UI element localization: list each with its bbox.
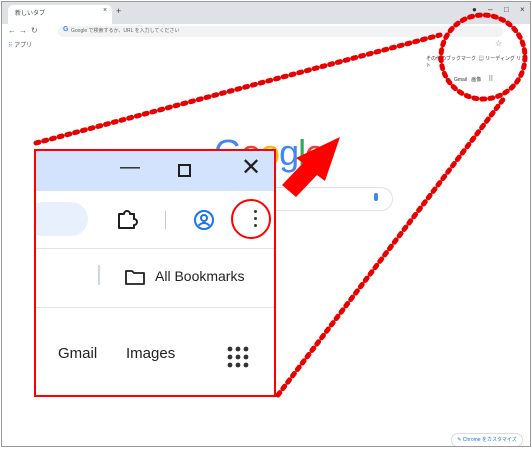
tab-new-tab[interactable]: 新しいタブ ×	[8, 5, 112, 24]
menu-highlight-circle	[231, 199, 271, 239]
bookmarks-bar: ⠿ アプリ	[2, 39, 530, 51]
account-icon[interactable]: ●	[472, 5, 477, 14]
google-icon: G	[63, 26, 69, 33]
address-placeholder: Google で検索するか、URL を入力してください	[71, 28, 180, 34]
all-bookmarks-label[interactable]: All Bookmarks	[155, 268, 244, 284]
address-bar-edge[interactable]	[36, 202, 88, 236]
bookmark-separator	[98, 265, 100, 285]
minimize-icon[interactable]: —	[120, 156, 140, 179]
gmail-link[interactable]: Gmail	[454, 77, 467, 83]
back-icon[interactable]: ←	[8, 26, 16, 35]
apps-grid-icon[interactable]: ⠿	[488, 76, 493, 83]
apps-icon: ⠿	[8, 43, 13, 49]
apps-grid-icon[interactable]	[226, 345, 250, 369]
tab-strip: 新しいタブ × + ● – □ ×	[2, 2, 530, 24]
logo-letter: e	[305, 132, 325, 173]
other-bookmarks[interactable]: その他のブックマーク ▤ リーディング リスト	[426, 55, 530, 69]
divider	[36, 248, 274, 249]
menu-dot	[254, 224, 257, 227]
logo-letter: g	[279, 132, 299, 173]
menu-dot	[254, 210, 257, 213]
mic-icon[interactable]	[374, 193, 378, 201]
reload-icon[interactable]: ↻	[31, 26, 38, 35]
extensions-icon[interactable]	[116, 208, 138, 230]
apps-shortcut[interactable]: ⠿ アプリ	[8, 40, 32, 49]
zoom-inset: — ✕ All Bookmarks Gmail Images	[34, 149, 276, 397]
apps-label: アプリ	[14, 43, 33, 49]
zoom-titlebar: — ✕	[36, 151, 274, 191]
divider	[36, 307, 274, 308]
address-bar[interactable]: G Google で検索するか、URL を入力してください	[58, 26, 503, 37]
gmail-link[interactable]: Gmail	[58, 345, 97, 362]
menu-dot	[254, 217, 257, 220]
close-button[interactable]: ×	[520, 5, 525, 14]
other-bookmarks-label: その他のブックマーク	[426, 56, 477, 62]
top-links: Gmail 画像 ⠿	[454, 75, 493, 83]
images-link[interactable]: Images	[126, 345, 175, 362]
new-tab-button[interactable]: +	[116, 6, 121, 16]
tab-close-icon[interactable]: ×	[103, 7, 107, 14]
customize-chrome-button[interactable]: ✎ Chrome をカスタマイズ	[451, 433, 523, 446]
forward-icon[interactable]: →	[19, 26, 27, 35]
minimize-button[interactable]: –	[488, 5, 492, 14]
tab-title: 新しいタブ	[15, 11, 46, 17]
folder-icon	[125, 270, 145, 285]
maximize-icon[interactable]	[178, 164, 191, 177]
toolbar-separator	[165, 211, 166, 229]
profile-icon[interactable]	[193, 209, 215, 231]
customize-label: Chrome をカスタマイズ	[462, 437, 517, 443]
close-icon[interactable]: ✕	[241, 153, 261, 182]
maximize-button[interactable]: □	[504, 5, 509, 14]
images-link[interactable]: 画像	[471, 77, 481, 83]
